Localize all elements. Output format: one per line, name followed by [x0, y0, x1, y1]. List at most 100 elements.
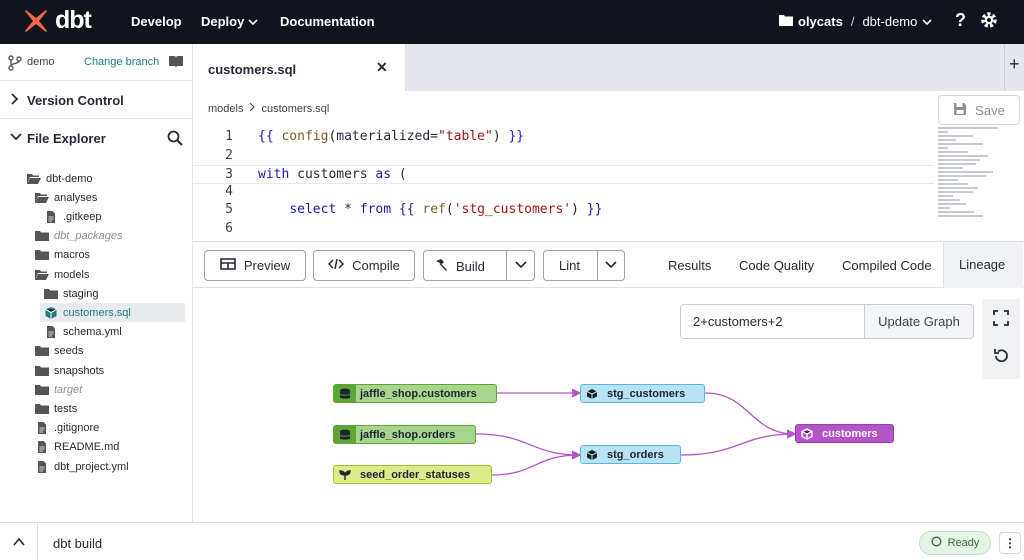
node-label: stg_customers — [607, 387, 686, 400]
button-divider — [597, 251, 598, 280]
book-icon[interactable] — [168, 55, 184, 72]
version-control-section[interactable]: Version Control — [0, 81, 192, 119]
chevron-down-icon[interactable] — [605, 259, 617, 274]
file-tree-item[interactable]: models — [35, 265, 89, 284]
node-customers[interactable]: customers — [795, 424, 894, 443]
command-input[interactable]: dbt build — [53, 536, 102, 551]
chevron-up-icon[interactable] — [0, 523, 38, 560]
change-branch-link[interactable]: Change branch — [84, 56, 159, 68]
node-label: stg_orders — [607, 448, 664, 461]
file-tree-item[interactable]: README.md — [35, 438, 119, 457]
nav-documentation[interactable]: Documentation — [280, 14, 375, 29]
gear-icon[interactable] — [979, 10, 999, 33]
code-line[interactable]: 2 — [193, 147, 934, 166]
chevron-down-icon[interactable] — [515, 259, 527, 274]
minimap-line — [938, 175, 986, 177]
code-line[interactable]: 4 — [193, 183, 934, 202]
tab-code-quality[interactable]: Code Quality — [739, 258, 814, 273]
file-icon — [44, 326, 58, 339]
file-tree-item[interactable]: dbt-demo — [27, 169, 92, 188]
preview-button[interactable]: Preview — [204, 250, 306, 281]
build-button[interactable]: Build — [423, 250, 535, 281]
file-tree-item[interactable]: snapshots — [35, 361, 104, 380]
graph-selector-input[interactable] — [680, 304, 865, 339]
node-label: customers — [822, 427, 878, 440]
update-graph-button[interactable]: Update Graph — [864, 304, 974, 339]
minimap-line — [938, 195, 953, 197]
file-tree-item[interactable]: .gitignore — [35, 419, 99, 438]
tab-compiled-code[interactable]: Compiled Code — [842, 258, 932, 273]
nav-develop[interactable]: Develop — [131, 14, 182, 29]
save-label: Save — [975, 102, 1005, 118]
folder-open-icon — [35, 269, 49, 281]
line-number: 2 — [225, 148, 233, 163]
close-icon[interactable]: ✕ — [376, 59, 388, 76]
code-line[interactable]: 5 select * from {{ ref('stg_customers') … — [193, 201, 934, 220]
code-minimap[interactable] — [938, 127, 1020, 227]
minimap-line — [938, 207, 950, 209]
search-icon[interactable] — [167, 130, 183, 149]
project-switcher[interactable]: olycats / dbt-demo — [779, 14, 932, 29]
node-jaffle-shop-orders[interactable]: jaffle_shop.orders — [333, 425, 476, 444]
help-button[interactable]: ? — [955, 10, 966, 31]
file-tree-item[interactable]: schema.yml — [44, 323, 122, 342]
folder-open-icon — [27, 173, 41, 185]
minimap-line — [938, 143, 983, 145]
code-line[interactable]: 6 — [193, 220, 934, 239]
file-tree-item[interactable]: analyses — [35, 188, 97, 207]
file-tree-item[interactable]: .gitkeep — [44, 207, 102, 226]
build-label: Build — [456, 259, 485, 274]
node-jaffle-shop-customers[interactable]: jaffle_shop.customers — [333, 384, 497, 403]
minimap-line — [938, 215, 983, 217]
build-action[interactable]: Build — [434, 258, 485, 275]
dbt-logo[interactable]: dbt — [22, 6, 92, 35]
file-explorer-section[interactable]: File Explorer — [0, 119, 192, 157]
file-tree-item[interactable]: dbt_packages — [35, 227, 123, 246]
lint-label[interactable]: Lint — [559, 258, 580, 273]
path-separator: / — [850, 14, 855, 29]
file-icon — [35, 422, 49, 435]
folder-icon — [44, 288, 58, 300]
file-tree-item[interactable]: target — [35, 380, 82, 399]
expand-icon[interactable] — [993, 310, 1009, 329]
model-icon — [44, 306, 58, 319]
file-tree-item[interactable]: dbt_project.yml — [35, 457, 129, 476]
minimap-line — [938, 167, 963, 169]
node-stg-customers[interactable]: stg_customers — [580, 384, 705, 403]
minimap-line — [938, 179, 958, 181]
tab-customers-sql[interactable]: customers.sql ✕ — [193, 44, 406, 91]
status-label: Ready — [947, 537, 980, 549]
save-button[interactable]: Save — [938, 95, 1020, 125]
code-line[interactable]: 3 with customers as ( — [193, 165, 934, 184]
breadcrumb-item[interactable]: models — [208, 103, 243, 115]
file-tree-label: customers.sql — [63, 306, 131, 319]
file-icon — [44, 210, 58, 223]
breadcrumb-item[interactable]: customers.sql — [261, 103, 329, 115]
file-tree-label: staging — [63, 287, 99, 300]
code-text: with customers as ( — [258, 167, 407, 182]
tab-lineage[interactable]: Lineage — [943, 242, 1023, 288]
git-branch-icon — [8, 55, 22, 74]
code-text: {{ config(materialized="table") }} — [258, 129, 525, 144]
file-tree-item[interactable]: macros — [35, 246, 90, 265]
code-line[interactable]: 1 {{ config(materialized="table") }} — [193, 128, 934, 147]
minimap-line — [938, 127, 998, 129]
compile-button[interactable]: Compile — [313, 250, 415, 281]
minimap-line — [938, 155, 988, 157]
nav-deploy[interactable]: Deploy — [201, 14, 258, 29]
file-tree-item[interactable]: customers.sql — [40, 303, 185, 323]
node-stg-orders[interactable]: stg_orders — [580, 445, 681, 464]
file-tree-item[interactable]: seeds — [35, 342, 83, 361]
file-tree-label: analyses — [54, 191, 98, 204]
file-tree-item[interactable]: staging — [44, 284, 98, 303]
more-options-button[interactable]: ⋮ — [999, 532, 1021, 554]
minimap-line — [938, 183, 968, 185]
reset-view-icon[interactable] — [993, 348, 1009, 367]
node-seed-order-statuses[interactable]: seed_order_statuses — [333, 465, 492, 484]
file-tree-item[interactable]: tests — [35, 399, 77, 418]
lint-button[interactable]: Lint — [543, 250, 625, 281]
editor-tab-bar: customers.sql ✕ — [193, 44, 1024, 91]
tab-label: customers.sql — [208, 62, 297, 77]
tab-results[interactable]: Results — [668, 258, 711, 273]
new-tab-button[interactable]: + — [1009, 54, 1020, 75]
